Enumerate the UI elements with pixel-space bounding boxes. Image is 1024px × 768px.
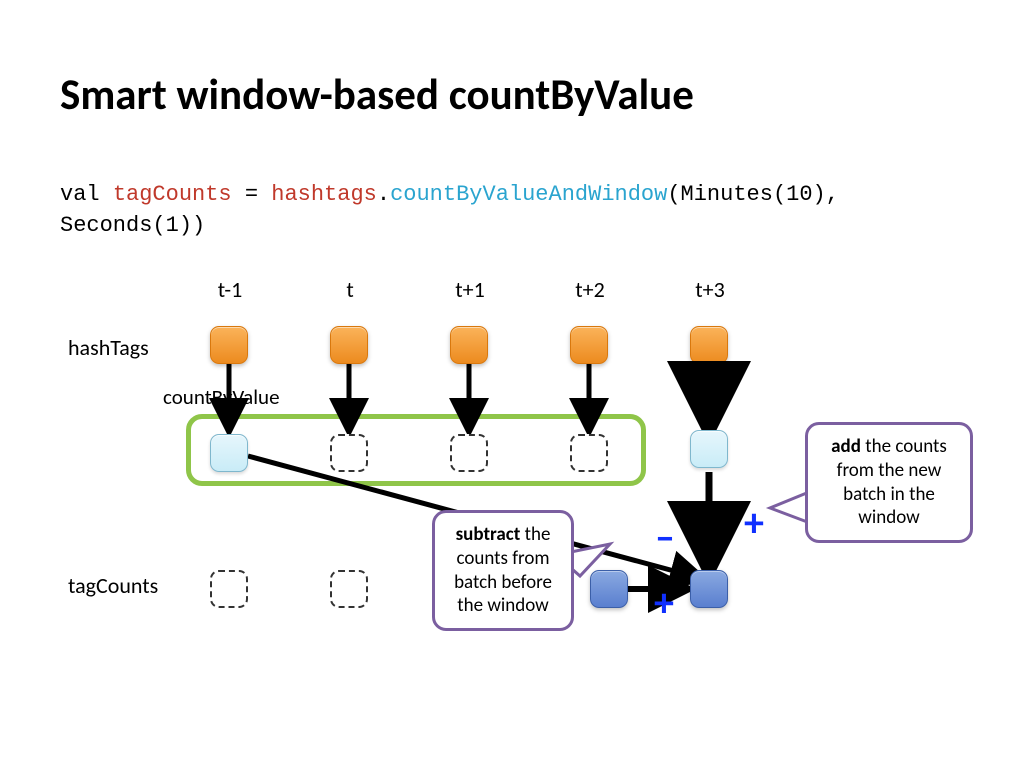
time-label-t+3: t+3 [680, 276, 740, 303]
hashtags-box-t [330, 326, 368, 364]
minus-symbol: – [655, 512, 675, 561]
page-title: Smart window-based countByValue [60, 68, 694, 121]
code-method: countByValueAndWindow [390, 182, 667, 207]
tagcounts-box-t-1 [210, 570, 248, 608]
row-label-hashtags: hashTags [68, 334, 149, 361]
callout-add-bold: add [831, 435, 861, 458]
code-eq: = [232, 182, 272, 207]
code-snippet: val tagCounts = hashtags.countByValueAnd… [60, 180, 852, 242]
counted-box-t+2 [570, 434, 608, 472]
hashtags-box-t+2 [570, 326, 608, 364]
hashtags-box-t-1 [210, 326, 248, 364]
counted-box-t [330, 434, 368, 472]
hashtags-box-t+1 [450, 326, 488, 364]
counted-box-t+1 [450, 434, 488, 472]
code-dot: . [377, 182, 390, 207]
plus-symbol-bottom: + [654, 578, 674, 627]
countbyvalue-label: countByValue [163, 384, 280, 410]
plus-symbol-top: + [744, 498, 764, 547]
counted-box-t-1 [210, 434, 248, 472]
time-label-t-1: t-1 [200, 276, 260, 303]
tagcounts-box-t [330, 570, 368, 608]
time-label-t: t [320, 276, 380, 303]
code-lhs: tagCounts [113, 182, 232, 207]
hashtags-box-t+3 [690, 326, 728, 364]
code-rhs: hashtags [271, 182, 377, 207]
tagcounts-box-t+2 [590, 570, 628, 608]
counted-box-t+3 [690, 430, 728, 468]
time-label-t+2: t+2 [560, 276, 620, 303]
row-label-tagcounts: tagCounts [68, 572, 158, 599]
code-keyword-val: val [60, 182, 113, 207]
time-label-t+1: t+1 [440, 276, 500, 303]
callout-add: add the counts from the new batch in the… [805, 422, 973, 543]
tagcounts-box-t+3 [690, 570, 728, 608]
callout-subtract-bold: subtract [456, 523, 521, 546]
callout-subtract: subtract the counts from batch before th… [432, 510, 574, 631]
